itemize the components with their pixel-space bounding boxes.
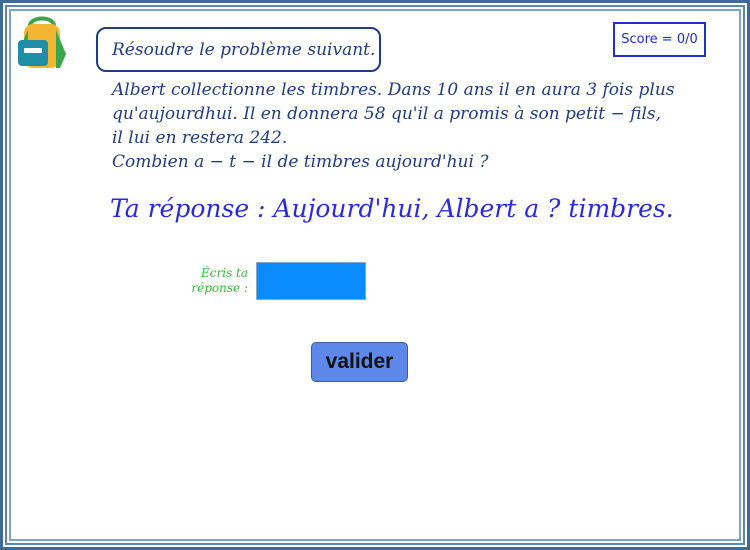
- instruction-title: Résoudre le problème suivant.: [96, 27, 381, 72]
- score-display: Score = 0/0: [613, 22, 706, 57]
- problem-line: Albert collectionne les timbres. Dans 10…: [112, 80, 675, 100]
- answer-label-line: réponse :: [191, 281, 248, 295]
- answer-prompt: Ta réponse : Aujourd'hui, Albert a ? tim…: [110, 194, 674, 223]
- answer-input[interactable]: [256, 262, 366, 300]
- answer-input-label: Écris ta réponse :: [186, 266, 248, 296]
- backpack-icon: [18, 16, 66, 68]
- answer-label-line: Écris ta: [200, 266, 248, 280]
- valider-button[interactable]: valider: [311, 342, 408, 382]
- problem-line: qu'aujourdhui. Il en donnera 58 qu'il a …: [112, 104, 662, 124]
- problem-statement: Albert collectionne les timbres. Dans 10…: [112, 78, 712, 174]
- problem-question: Combien a − t − il de timbres aujourd'hu…: [112, 152, 489, 172]
- problem-line: il lui en restera 242.: [112, 128, 288, 148]
